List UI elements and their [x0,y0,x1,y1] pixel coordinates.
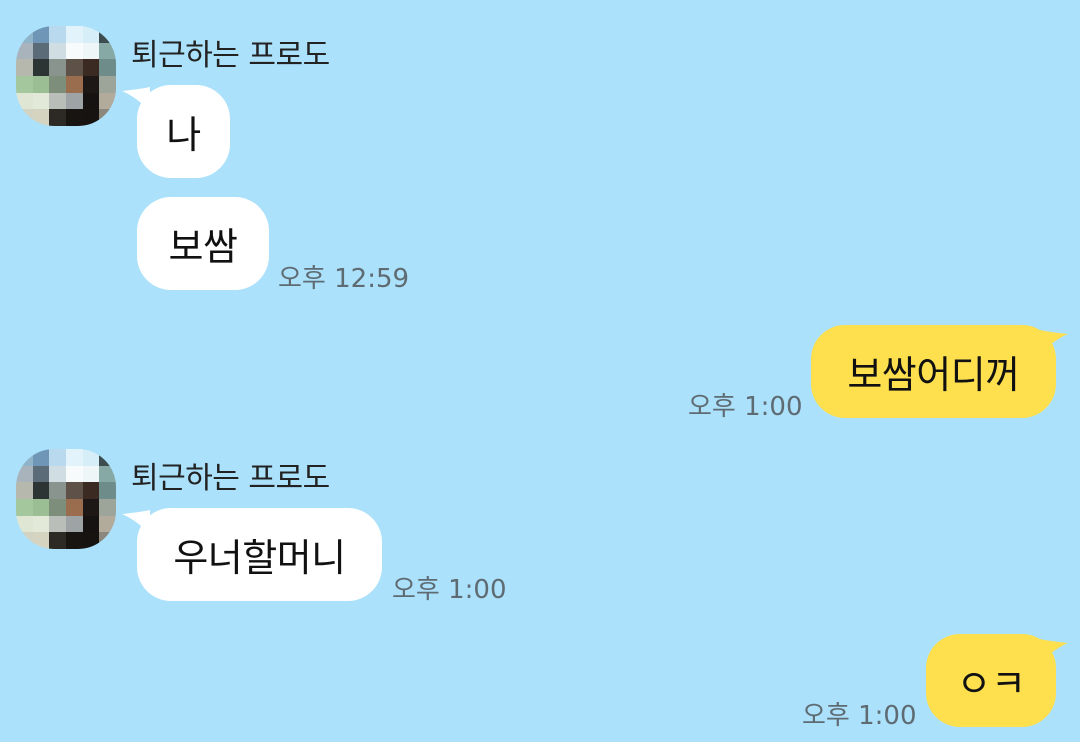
message-timestamp: 오후 1:00 [392,575,507,605]
outgoing-message[interactable]: 보쌈어디꺼 [811,325,1056,418]
incoming-message[interactable]: 보쌈 [137,197,269,290]
bubble-tail [1040,639,1068,663]
sender-name: 퇴근하는 프로도 [131,461,330,496]
message-timestamp: 오후 12:59 [278,264,410,294]
friend-avatar[interactable] [16,449,116,549]
message-timestamp: 오후 1:00 [802,701,917,731]
friend-avatar[interactable] [16,26,116,126]
sender-name: 퇴근하는 프로도 [131,38,330,73]
outgoing-message[interactable]: ㅇㅋ [926,634,1056,727]
incoming-message[interactable]: 우너할머니 [137,508,382,601]
message-timestamp: 오후 1:00 [688,392,803,422]
incoming-message[interactable]: 나 [137,85,230,178]
bubble-tail [1040,330,1068,354]
